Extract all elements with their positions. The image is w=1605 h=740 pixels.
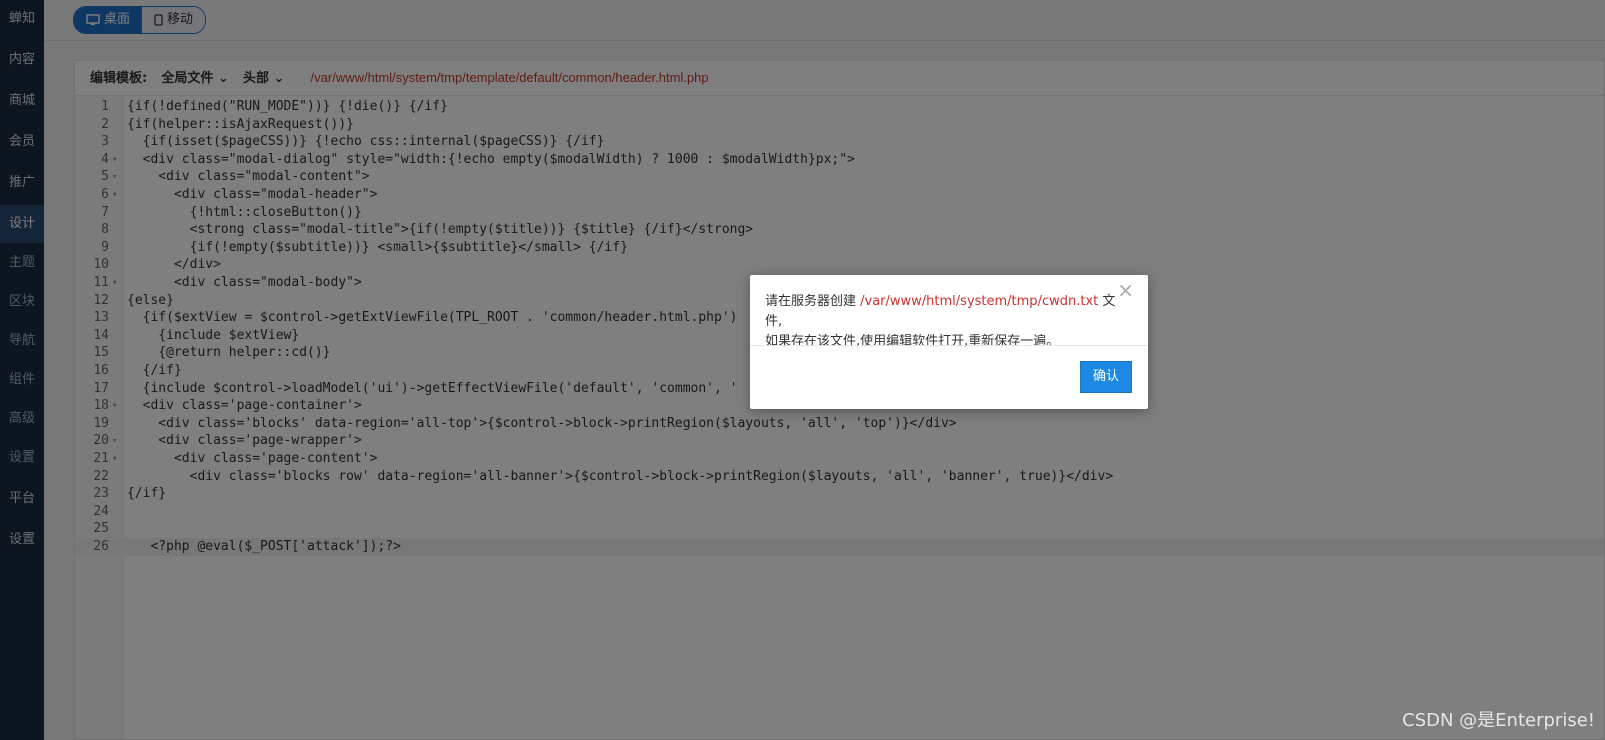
dialog-message-prefix: 请在服务器创建 [765,294,861,309]
watermark: CSDN @是Enterprise! [1402,710,1595,731]
dialog-message-line2: 如果存在该文件,使用编辑软件打开,重新保存一遍。 [765,334,1060,349]
dialog-divider [750,345,1148,346]
dialog-message: 请在服务器创建 /var/www/html/system/tmp/cwdn.tx… [750,275,1148,352]
close-icon[interactable]: × [1117,280,1134,300]
confirm-button[interactable]: 确认 [1080,361,1132,393]
dialog-file-path: /var/www/html/system/tmp/cwdn.txt [860,294,1099,309]
notice-dialog: × 请在服务器创建 /var/www/html/system/tmp/cwdn.… [750,275,1148,409]
